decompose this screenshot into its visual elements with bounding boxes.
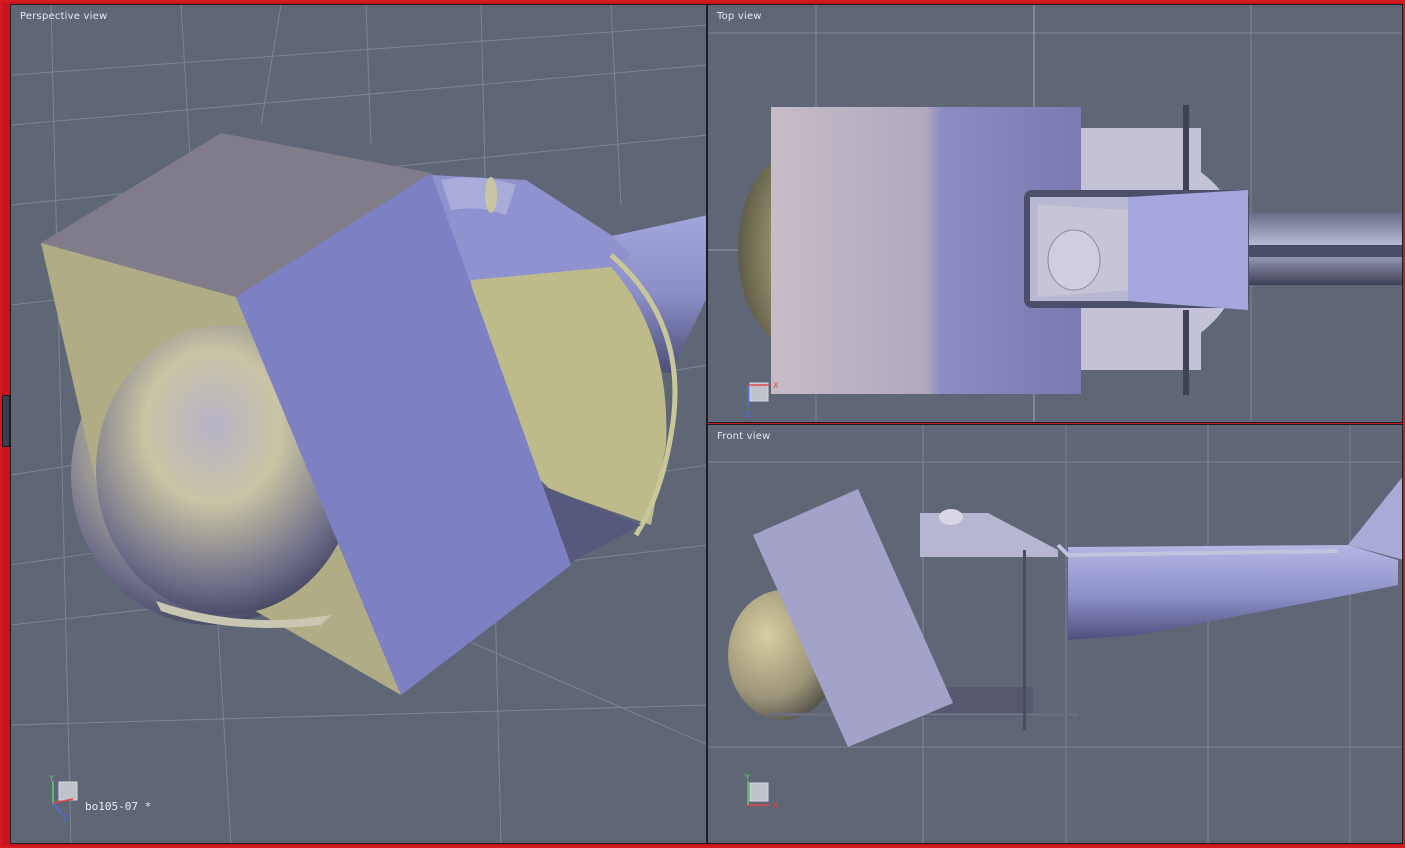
scene-name: bo105-07 * bbox=[85, 800, 152, 813]
perspective-viewport[interactable]: Perspective view Y Z bo105-07 * bbox=[10, 4, 707, 844]
perspective-scene bbox=[11, 5, 706, 843]
perspective-axis-b: Z bbox=[62, 814, 68, 823]
top-title: Top view bbox=[717, 11, 762, 22]
top-axis-b: Z bbox=[745, 410, 751, 419]
front-axis-widget: Y X bbox=[744, 773, 779, 810]
front-title: Front view bbox=[717, 431, 771, 442]
top-viewport[interactable]: Top view X Z bbox=[707, 4, 1403, 423]
front-axis-b: X bbox=[773, 801, 779, 810]
side-panel-handle[interactable] bbox=[2, 395, 10, 447]
front-viewport[interactable]: Front view Y X bbox=[707, 424, 1403, 844]
front-scene bbox=[708, 425, 1402, 843]
perspective-title: Perspective view bbox=[20, 11, 108, 22]
front-axis-a: Y bbox=[744, 773, 750, 782]
perspective-axis-a: Y bbox=[48, 774, 54, 783]
top-scene bbox=[708, 5, 1402, 422]
perspective-axis-widget: Y Z bbox=[48, 774, 78, 823]
top-axis-a: X bbox=[773, 381, 779, 390]
top-axis-widget: X Z bbox=[745, 381, 779, 419]
